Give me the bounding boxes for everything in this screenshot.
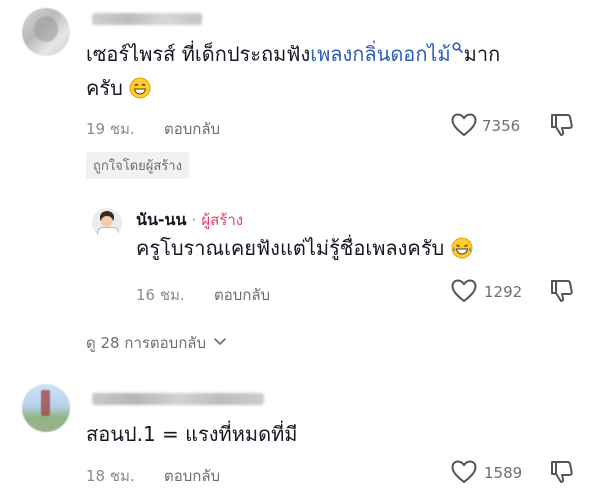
- reply-button[interactable]: ตอบกลับ: [164, 464, 220, 488]
- reply-button[interactable]: ตอบกลับ: [164, 117, 220, 141]
- thumbs-down-icon[interactable]: [549, 278, 575, 304]
- grin-emoji-icon: [129, 77, 151, 99]
- author-name[interactable]: นัน-นน: [136, 210, 186, 229]
- username-blurred[interactable]: [92, 13, 202, 25]
- thumbs-down-icon[interactable]: [549, 112, 575, 138]
- creator-avatar[interactable]: [92, 208, 122, 238]
- tears-of-joy-emoji-icon: [451, 237, 473, 259]
- like-count: 7356: [482, 117, 521, 135]
- chevron-down-icon: [213, 337, 227, 347]
- username-blurred[interactable]: [92, 393, 264, 405]
- dislike-button[interactable]: [549, 112, 575, 138]
- like-button[interactable]: [450, 278, 478, 304]
- timestamp: 18 ชม.: [86, 467, 135, 485]
- like-button[interactable]: [450, 459, 478, 485]
- avatar[interactable]: [22, 8, 70, 56]
- reply-text: ครูโบราณเคยฟังแต่ไม่รู้ชื่อเพลงครับ: [136, 233, 473, 263]
- timestamp: 19 ชม.: [86, 120, 135, 138]
- dislike-button[interactable]: [549, 459, 575, 485]
- like-count: 1589: [484, 464, 523, 482]
- comment-text: สอนป.1 = แรงที่หมดที่มี: [86, 422, 298, 446]
- heart-icon[interactable]: [450, 112, 478, 138]
- comment-text: เซอร์ไพรส์ ที่เด็กประถมฟังเพลงกลิ่นดอกไม…: [86, 39, 586, 69]
- heart-icon[interactable]: [450, 459, 478, 485]
- dislike-button[interactable]: [549, 278, 575, 304]
- like-button[interactable]: [450, 112, 478, 138]
- comment-text-part: เซอร์ไพรส์ ที่เด็กประถมฟัง: [86, 42, 311, 66]
- reply-button[interactable]: ตอบกลับ: [214, 283, 270, 307]
- comment-text-part: ครับ: [86, 76, 123, 100]
- view-replies-button[interactable]: ดู 28 การตอบกลับ: [86, 331, 227, 355]
- reply-text-content: ครูโบราณเคยฟังแต่ไม่รู้ชื่อเพลงครับ: [136, 236, 445, 260]
- comment-text-part: มาก: [463, 42, 501, 66]
- comment-text-line2: ครับ: [86, 73, 151, 103]
- thumbs-down-icon[interactable]: [549, 459, 575, 485]
- reply-header: นัน-นน · ผู้สร้าง: [136, 208, 243, 233]
- keyword-link[interactable]: เพลงกลิ่นดอกไม้: [310, 42, 450, 66]
- search-icon[interactable]: [452, 42, 463, 53]
- avatar[interactable]: [22, 384, 70, 432]
- timestamp: 16 ชม.: [136, 286, 185, 304]
- separator-dot: ·: [191, 211, 197, 229]
- view-replies-label: ดู 28 การตอบกลับ: [86, 334, 206, 352]
- heart-icon[interactable]: [450, 278, 478, 304]
- creator-tag: ผู้สร้าง: [201, 211, 244, 229]
- like-count: 1292: [484, 283, 523, 301]
- liked-by-creator-badge: ถูกใจโดยผู้สร้าง: [86, 152, 189, 179]
